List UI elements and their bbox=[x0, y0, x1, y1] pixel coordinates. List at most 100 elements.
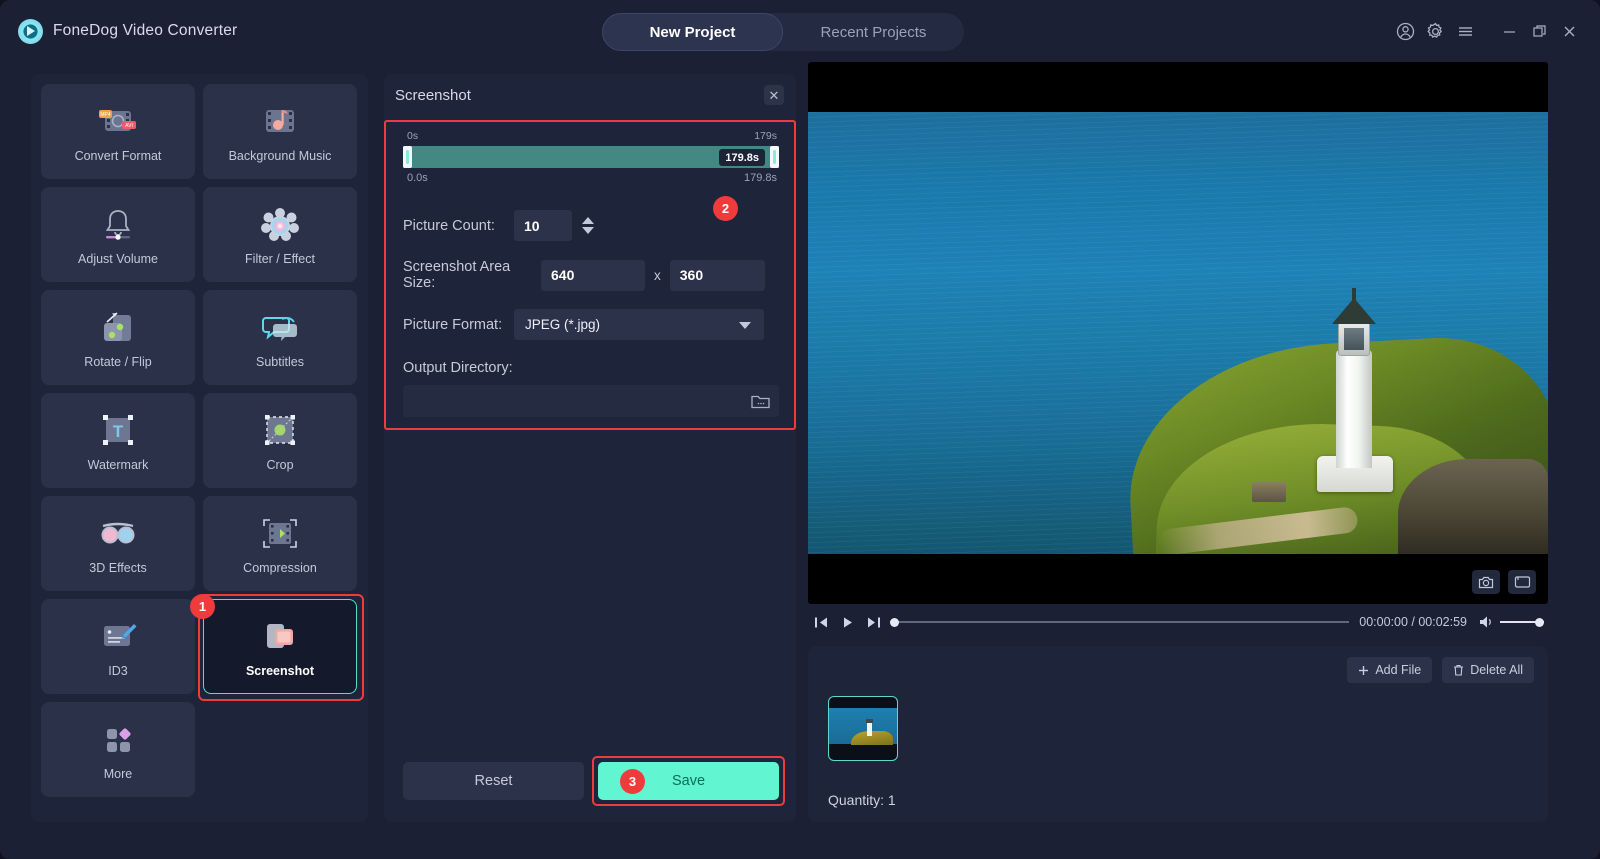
range-handle-end[interactable] bbox=[770, 146, 779, 168]
range-handle-start[interactable] bbox=[403, 146, 412, 168]
app-title: FoneDog Video Converter bbox=[53, 22, 238, 39]
picture-format-value: JPEG (*.jpg) bbox=[525, 317, 601, 332]
tab-recent-projects[interactable]: Recent Projects bbox=[783, 13, 964, 51]
account-icon[interactable] bbox=[1390, 16, 1420, 46]
add-file-button[interactable]: Add File bbox=[1347, 657, 1433, 683]
application-window: FoneDog Video Converter New Project Rece… bbox=[0, 0, 1600, 859]
tool-id3[interactable]: ID3 bbox=[41, 599, 195, 694]
delete-all-label: Delete All bbox=[1470, 663, 1523, 677]
tool-label: Crop bbox=[266, 457, 294, 472]
video-image-lighthouse-roof bbox=[1332, 298, 1376, 324]
seek-handle[interactable] bbox=[890, 618, 899, 627]
close-icon[interactable] bbox=[1554, 16, 1584, 46]
tool-crop[interactable]: Crop bbox=[203, 393, 357, 488]
video-image-hut bbox=[1252, 482, 1286, 502]
tool-more[interactable]: More bbox=[41, 702, 195, 797]
volume-slider[interactable] bbox=[1500, 612, 1544, 632]
maximize-icon[interactable] bbox=[1524, 16, 1554, 46]
rotate-flip-icon bbox=[99, 307, 137, 349]
tool-label: Rotate / Flip bbox=[84, 354, 152, 369]
thumbnail-land bbox=[851, 731, 893, 745]
chevron-down-icon bbox=[739, 322, 751, 329]
close-icon[interactable]: ✕ bbox=[764, 85, 784, 105]
volume-handle[interactable] bbox=[1535, 618, 1544, 627]
tool-3d-effects[interactable]: 3D Effects bbox=[41, 496, 195, 591]
screenshot-settings-panel: Screenshot ✕ 2 0s 179s 179.8s 0.0s 179.8… bbox=[384, 74, 796, 822]
stepper-down-icon[interactable] bbox=[582, 227, 594, 234]
range-track[interactable]: 179.8s bbox=[403, 146, 779, 168]
folder-icon[interactable] bbox=[750, 391, 771, 410]
video-image-lighthouse-tip bbox=[1352, 288, 1356, 300]
snapshot-camera-icon[interactable] bbox=[1472, 570, 1500, 594]
delete-all-button[interactable]: Delete All bbox=[1442, 657, 1534, 683]
range-end-value-pill: 179.8s bbox=[719, 149, 765, 166]
area-size-row: Screenshot Area Size: x bbox=[403, 259, 779, 291]
output-directory-row bbox=[403, 385, 779, 417]
step-badge-2: 2 bbox=[713, 196, 738, 221]
trash-icon bbox=[1454, 664, 1464, 676]
filter-effect-icon bbox=[261, 204, 299, 246]
tab-new-project[interactable]: New Project bbox=[602, 13, 783, 51]
tool-rotate-flip[interactable]: Rotate / Flip bbox=[41, 290, 195, 385]
range-end-tick: 179s bbox=[754, 130, 777, 142]
tools-panel: MP4 AVI Convert Format Background Music … bbox=[31, 74, 368, 822]
skip-previous-icon[interactable] bbox=[808, 609, 834, 635]
reset-button[interactable]: Reset bbox=[403, 762, 584, 800]
area-width-input[interactable] bbox=[541, 259, 645, 291]
area-height-input[interactable] bbox=[669, 259, 765, 291]
play-icon[interactable] bbox=[834, 609, 860, 635]
volume-icon[interactable] bbox=[1479, 615, 1494, 629]
tool-label: ID3 bbox=[108, 663, 128, 678]
tool-adjust-volume[interactable]: Adjust Volume bbox=[41, 187, 195, 282]
id3-icon bbox=[98, 616, 138, 658]
video-frame bbox=[808, 112, 1548, 554]
file-thumbnail[interactable] bbox=[828, 696, 898, 761]
picture-format-select[interactable]: JPEG (*.jpg) bbox=[514, 309, 764, 340]
stepper-up-icon[interactable] bbox=[582, 217, 594, 224]
subtitles-icon bbox=[260, 307, 300, 349]
menu-hamburger-icon[interactable] bbox=[1450, 16, 1480, 46]
minimize-icon[interactable] bbox=[1494, 16, 1524, 46]
compression-icon bbox=[260, 513, 300, 555]
adjust-volume-icon bbox=[98, 204, 138, 246]
tool-label: Adjust Volume bbox=[78, 251, 158, 266]
file-list-panel: Add File Delete All bbox=[808, 646, 1548, 822]
tool-filter-effect[interactable]: Filter / Effect bbox=[203, 187, 357, 282]
picture-count-input[interactable] bbox=[514, 210, 572, 241]
time-range-slider[interactable]: 0s 179s 179.8s 0.0s 179.8s bbox=[403, 130, 779, 192]
settings-gear-icon[interactable] bbox=[1420, 16, 1450, 46]
preview-overlay-toolbar bbox=[1472, 570, 1536, 594]
tool-convert-format[interactable]: MP4 AVI Convert Format bbox=[41, 84, 195, 179]
settings-title: Screenshot bbox=[395, 86, 471, 104]
tool-label: Compression bbox=[243, 560, 317, 575]
output-directory-input[interactable] bbox=[403, 385, 743, 417]
settings-form: 0s 179s 179.8s 0.0s 179.8s Picture Count… bbox=[403, 130, 779, 417]
tool-label: Convert Format bbox=[74, 148, 162, 163]
skip-next-icon[interactable] bbox=[860, 609, 886, 635]
tool-label: 3D Effects bbox=[89, 560, 147, 575]
video-image-cliff bbox=[1398, 459, 1548, 554]
step-badge-3: 3 bbox=[620, 769, 645, 794]
video-image-lighthouse-tower bbox=[1336, 350, 1372, 468]
file-list-actions: Add File Delete All bbox=[1347, 657, 1534, 683]
play-circle-icon bbox=[18, 18, 43, 44]
window-controls bbox=[1390, 0, 1584, 62]
quantity-label: Quantity: 1 bbox=[828, 792, 896, 808]
screenshot-icon bbox=[260, 616, 300, 658]
tool-label: Filter / Effect bbox=[245, 251, 315, 266]
thumbnail-lighthouse bbox=[867, 722, 872, 736]
tool-watermark[interactable]: T Watermark bbox=[41, 393, 195, 488]
tool-label: Subtitles bbox=[256, 354, 304, 369]
tool-screenshot[interactable]: 1 Screenshot bbox=[190, 594, 364, 701]
fullscreen-window-icon[interactable] bbox=[1508, 570, 1536, 594]
tool-compression[interactable]: Compression bbox=[203, 496, 357, 591]
background-music-icon bbox=[260, 101, 300, 143]
range-start-tick: 0s bbox=[407, 130, 419, 142]
picture-count-stepper[interactable] bbox=[577, 210, 599, 241]
thumbnail-lighthouse-top bbox=[866, 719, 873, 723]
picture-format-row: Picture Format: JPEG (*.jpg) bbox=[403, 309, 779, 340]
file-item[interactable] bbox=[828, 696, 898, 761]
tool-subtitles[interactable]: Subtitles bbox=[203, 290, 357, 385]
tool-background-music[interactable]: Background Music bbox=[203, 84, 357, 179]
seek-slider[interactable] bbox=[890, 612, 1350, 632]
